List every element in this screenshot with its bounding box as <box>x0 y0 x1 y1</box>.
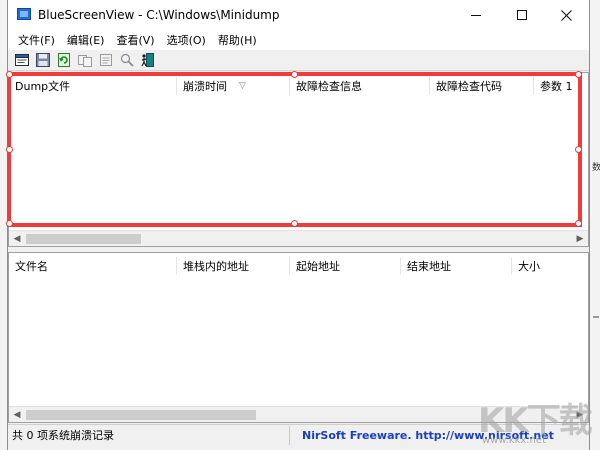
save-button[interactable] <box>35 52 51 68</box>
exit-icon <box>141 53 154 67</box>
column-header-filename[interactable]: 文件名 <box>9 253 177 279</box>
driver-list[interactable]: 文件名 堆栈内的地址 起始地址 结束地址 大小 ◀ ▶ <box>8 252 589 423</box>
background-mark <box>593 316 599 318</box>
column-label: 大小 <box>518 260 540 273</box>
driver-list-header: 文件名 堆栈内的地址 起始地址 结束地址 大小 <box>9 253 588 279</box>
bluescreenview-window: BlueScreenView - C:\Windows\Minidump 文件(… <box>7 0 590 450</box>
refresh-button[interactable] <box>56 52 72 68</box>
close-button[interactable] <box>543 0 589 30</box>
dump-list[interactable]: Dump文件 崩溃时间 ▽ 故障检查信息 故障检查代码 参数 1 ◀ ▶ <box>8 72 589 247</box>
find-button[interactable] <box>119 52 135 68</box>
column-header-to-address[interactable]: 结束地址 <box>401 253 512 279</box>
dump-list-header: Dump文件 崩溃时间 ▽ 故障检查信息 故障检查代码 参数 1 <box>9 73 588 99</box>
background-right-edge: 数 <box>590 0 600 450</box>
scroll-thumb[interactable] <box>26 410 256 420</box>
scroll-left-arrow-icon[interactable]: ◀ <box>9 231 25 246</box>
app-bsod-icon <box>17 8 31 20</box>
column-label: 文件名 <box>15 260 48 273</box>
copy-icon <box>78 55 92 67</box>
html-report-icon <box>15 54 29 66</box>
column-header-bugcheck-code[interactable]: 故障检查代码 <box>430 73 534 99</box>
column-label: 故障检查代码 <box>436 80 502 93</box>
column-label: 结束地址 <box>407 260 451 273</box>
column-header-bugcheck-string[interactable]: 故障检查信息 <box>290 73 430 99</box>
column-header-size[interactable]: 大小 <box>512 253 582 279</box>
properties-icon <box>100 54 112 66</box>
menu-options[interactable]: 选项(O) <box>161 32 212 48</box>
column-label: 起始地址 <box>296 260 340 273</box>
scroll-right-arrow-icon[interactable]: ▶ <box>572 407 588 422</box>
find-icon <box>120 53 134 67</box>
scroll-left-arrow-icon[interactable]: ◀ <box>9 407 25 422</box>
maximize-icon <box>517 10 527 20</box>
background-text-fragment: 数 <box>592 163 600 173</box>
window-title: BlueScreenView - C:\Windows\Minidump <box>38 8 280 22</box>
column-label: 崩溃时间 <box>183 80 227 93</box>
save-icon <box>36 53 50 67</box>
status-bar: 共 0 项系统崩溃记录 NirSoft Freeware. http://www… <box>8 424 589 445</box>
dump-list-horizontal-scrollbar[interactable]: ◀ ▶ <box>9 230 588 246</box>
scroll-right-arrow-icon[interactable]: ▶ <box>572 231 588 246</box>
background-left-edge <box>0 0 7 450</box>
sort-descending-icon: ▽ <box>239 81 246 91</box>
html-report-button[interactable] <box>14 52 30 68</box>
column-header-from-address[interactable]: 起始地址 <box>290 253 401 279</box>
close-icon <box>560 9 572 21</box>
refresh-icon <box>58 53 70 67</box>
status-crash-count: 共 0 项系统崩溃记录 <box>8 425 290 445</box>
title-bar[interactable]: BlueScreenView - C:\Windows\Minidump <box>8 0 589 30</box>
properties-button[interactable] <box>98 52 114 68</box>
scroll-thumb[interactable] <box>26 234 141 244</box>
column-header-parameter-1[interactable]: 参数 1 <box>534 73 588 99</box>
column-header-dump-file[interactable]: Dump文件 <box>9 73 177 99</box>
maximize-button[interactable] <box>499 0 545 30</box>
driver-list-horizontal-scrollbar[interactable]: ◀ ▶ <box>9 406 588 422</box>
menu-help[interactable]: 帮助(H) <box>212 32 263 48</box>
column-label: Dump文件 <box>15 80 71 93</box>
nirsoft-link[interactable]: NirSoft Freeware. http://www.nirsoft.net <box>290 429 554 442</box>
copy-button[interactable] <box>77 52 93 68</box>
column-header-address-in-stack[interactable]: 堆栈内的地址 <box>177 253 290 279</box>
menu-bar: 文件(F) 编辑(E) 查看(V) 选项(O) 帮助(H) <box>8 30 589 50</box>
menu-file[interactable]: 文件(F) <box>12 32 61 48</box>
menu-edit[interactable]: 编辑(E) <box>61 32 111 48</box>
column-header-crash-time[interactable]: 崩溃时间 ▽ <box>177 73 290 99</box>
column-label: 故障检查信息 <box>296 80 362 93</box>
column-label: 堆栈内的地址 <box>183 260 249 273</box>
toolbar <box>8 50 589 71</box>
menu-view[interactable]: 查看(V) <box>110 32 160 48</box>
column-label: 参数 1 <box>540 80 573 93</box>
minimize-icon <box>471 14 481 16</box>
minimize-button[interactable] <box>453 0 499 30</box>
exit-button[interactable] <box>140 52 156 68</box>
